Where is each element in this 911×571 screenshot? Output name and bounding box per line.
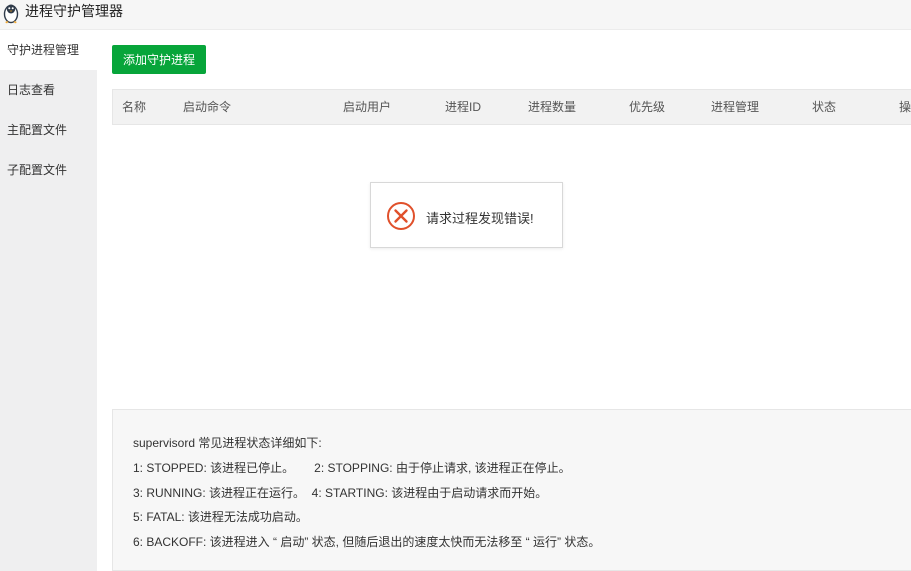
info-line: 3: RUNNING: 该进程正在运行。 4: STARTING: 该进程由于启… xyxy=(133,486,548,500)
column-header-command: 启动命令 xyxy=(183,100,232,114)
column-header-pid: 进程ID xyxy=(445,100,482,114)
column-header-name: 名称 xyxy=(122,100,147,114)
column-header-user: 启动用户 xyxy=(343,100,392,114)
error-message: 请求过程发现错误! xyxy=(426,211,534,226)
status-info-panel: supervisord 常见进程状态详细如下: 1: STOPPED: 该进程已… xyxy=(112,409,911,571)
info-heading: supervisord 常见进程状态详细如下: xyxy=(133,436,322,450)
column-header-count: 进程数量 xyxy=(528,100,577,114)
sidebar-item-process-management[interactable]: 守护进程管理 xyxy=(0,30,97,70)
penguin-icon xyxy=(3,4,19,24)
column-header-priority: 优先级 xyxy=(629,100,666,114)
table-header: 名称 启动命令 启动用户 进程ID 进程数量 优先级 进程管理 状态 操作 xyxy=(112,89,911,125)
sidebar-item-sub-config[interactable]: 子配置文件 xyxy=(0,150,97,190)
title-bar: 进程守护管理器 xyxy=(0,0,911,30)
column-header-actions: 操作 xyxy=(899,100,911,114)
main-panel: 添加守护进程 名称 启动命令 启动用户 进程ID 进程数量 优先级 进程管理 状… xyxy=(97,30,911,571)
info-line: 6: BACKOFF: 该进程进入 “ 启动” 状态, 但随后退出的速度太快而无… xyxy=(133,535,601,549)
add-process-button[interactable]: 添加守护进程 xyxy=(112,45,206,74)
sidebar-item-main-config[interactable]: 主配置文件 xyxy=(0,110,97,150)
error-icon xyxy=(387,202,415,230)
info-line: 5: FATAL: 该进程无法成功启动。 xyxy=(133,510,308,524)
app-title: 进程守护管理器 xyxy=(25,3,123,19)
sidebar: 守护进程管理 日志查看 主配置文件 子配置文件 xyxy=(0,30,97,571)
column-header-management: 进程管理 xyxy=(711,100,760,114)
error-toast: 请求过程发现错误! xyxy=(370,182,563,248)
column-header-status: 状态 xyxy=(812,100,837,114)
info-line: 1: STOPPED: 该进程已停止。 2: STOPPING: 由于停止请求,… xyxy=(133,461,571,475)
sidebar-item-log-view[interactable]: 日志查看 xyxy=(0,70,97,110)
